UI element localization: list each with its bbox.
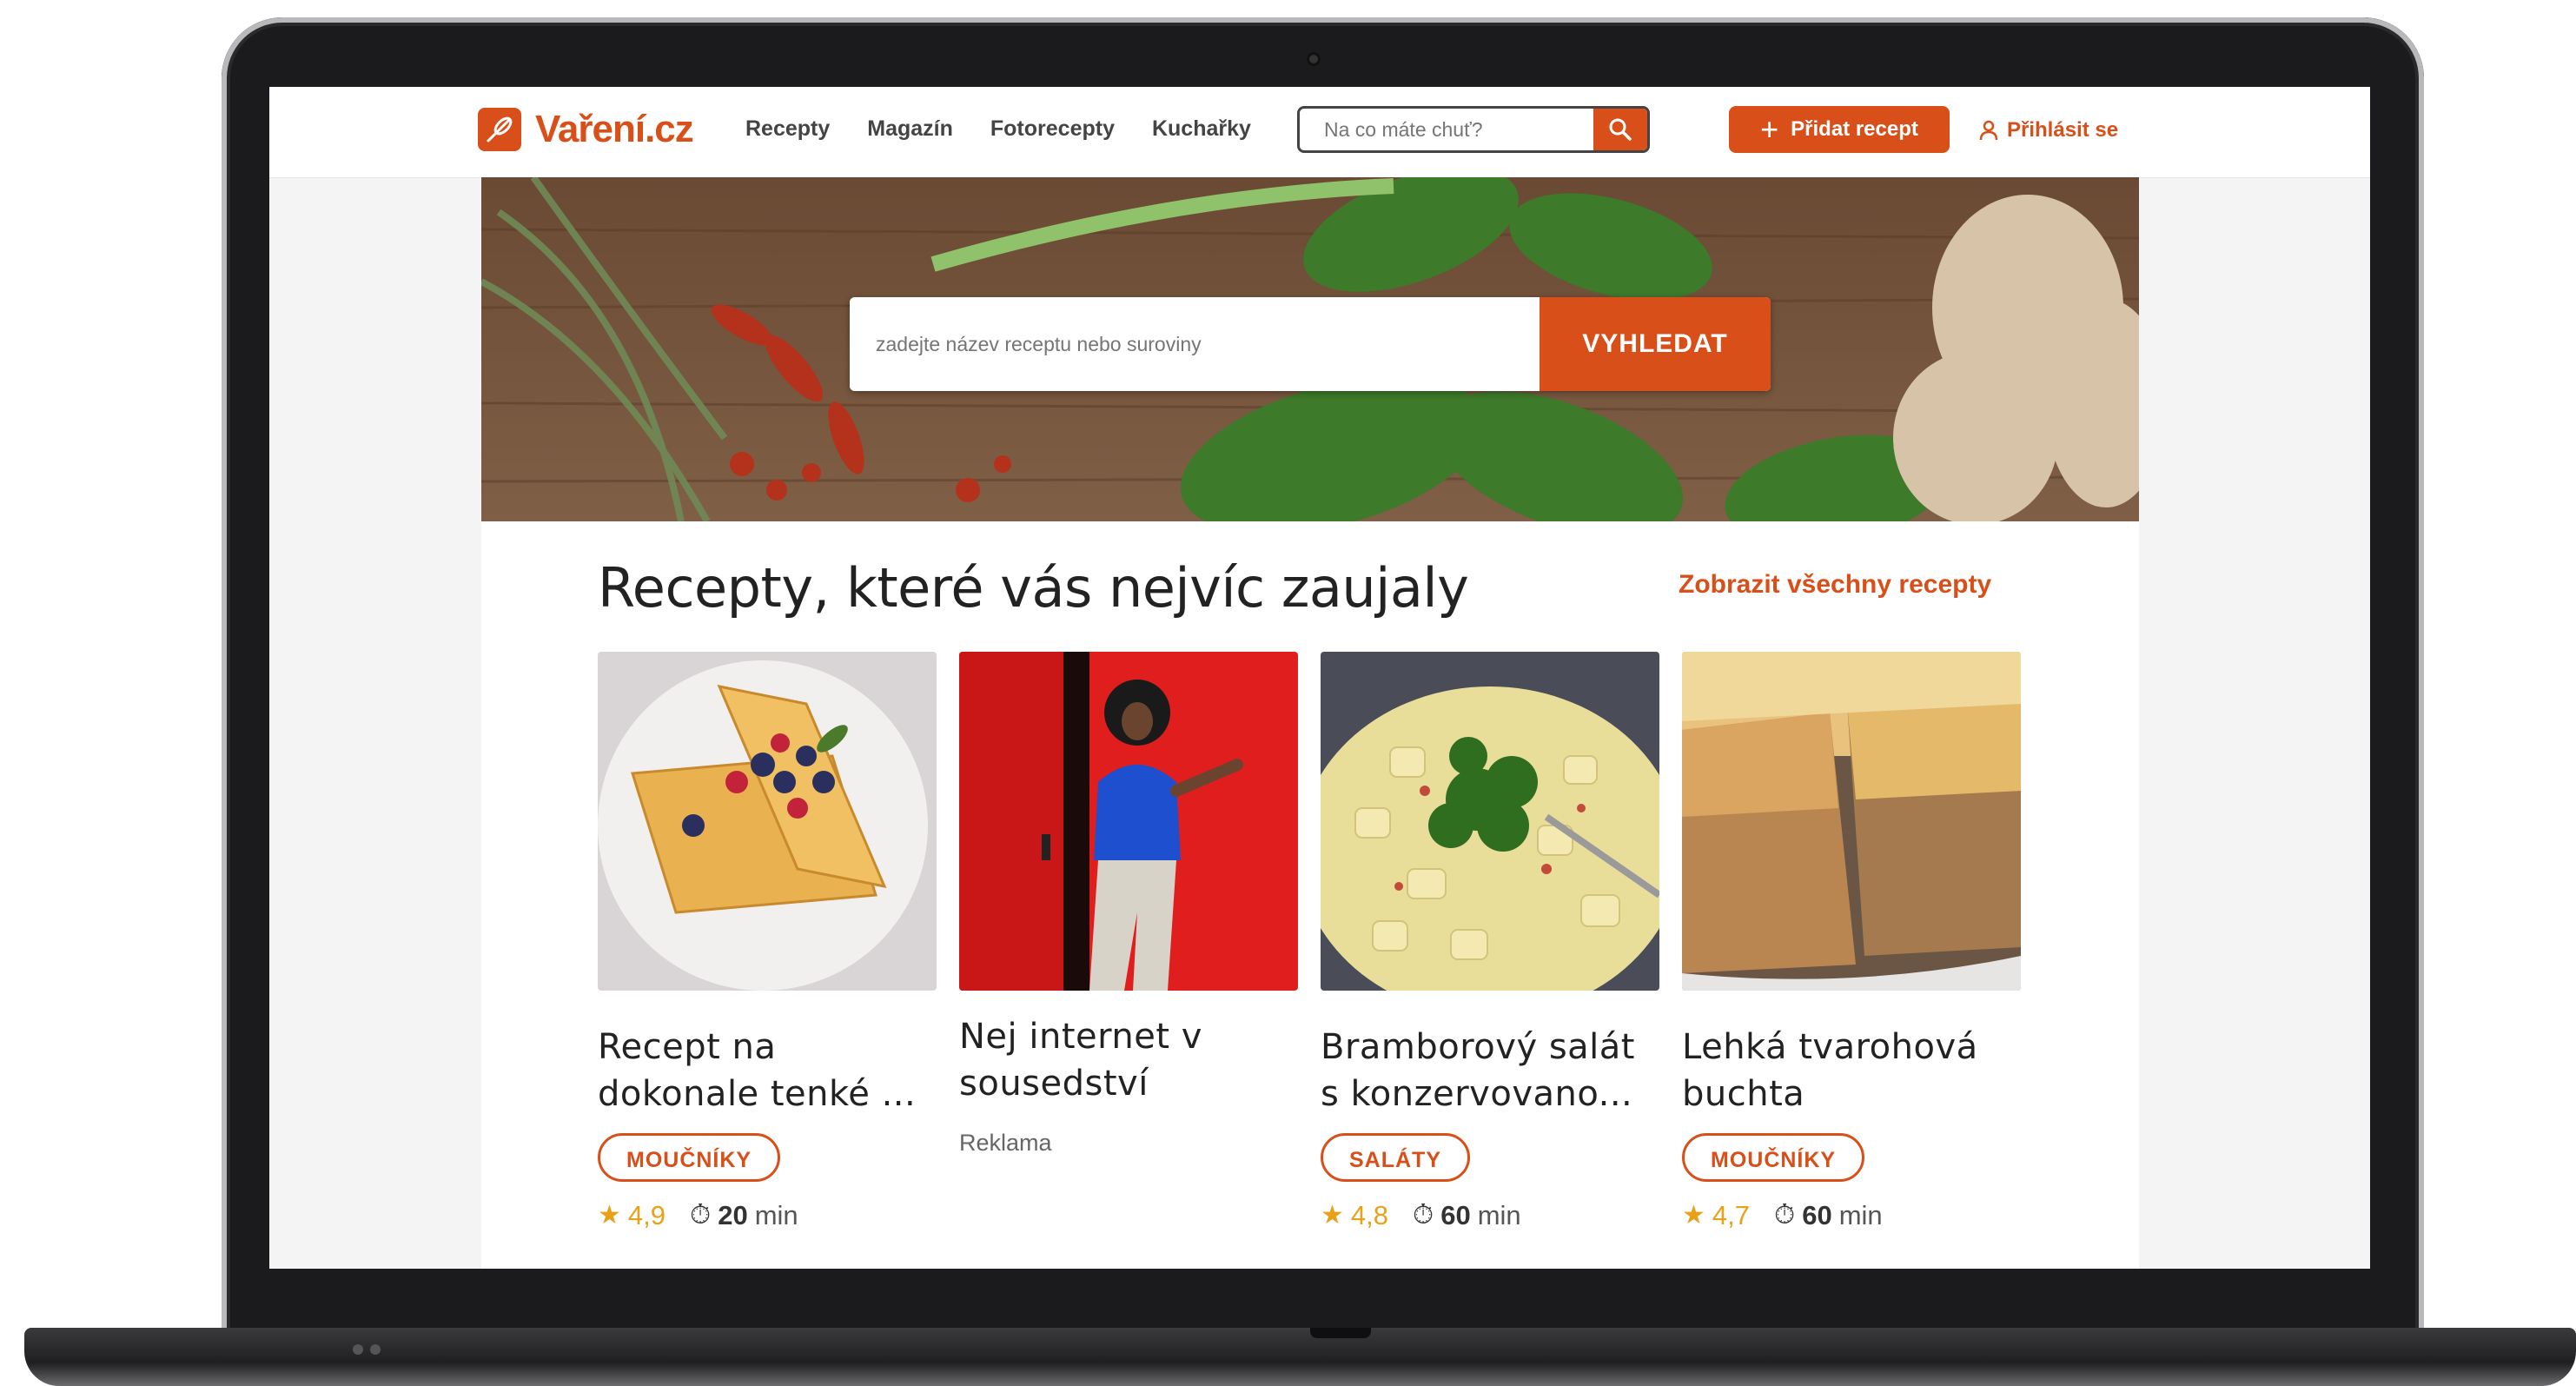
star-icon: ★ — [1321, 1201, 1344, 1230]
rating-value: 4,8 — [1350, 1199, 1389, 1230]
add-recipe-button[interactable]: + Přidat recept — [1729, 106, 1950, 153]
user-icon — [1979, 120, 1998, 141]
logo-text: Vaření.cz — [535, 108, 694, 150]
time-value: 60 — [1440, 1199, 1471, 1230]
header-search-button[interactable] — [1593, 109, 1647, 150]
browser-screen: Vaření.cz Recepty Magazín Fotorecepty Ku… — [269, 87, 2370, 1269]
hero-banner: VYHLEDAT — [481, 177, 2139, 521]
popular-recipes-section: Recepty, které vás nejvíc zaujaly Zobraz… — [481, 521, 2139, 1269]
recipe-card[interactable]: Lehká tvarohová buchta MOUČNÍKY ★ 4,7 ⏱ … — [1682, 652, 2021, 1231]
ad-label: Reklama — [959, 1130, 1052, 1156]
clock-icon: ⏱ — [1413, 1199, 1434, 1230]
search-icon — [1609, 118, 1632, 141]
rating-value: 4,7 — [1712, 1199, 1751, 1230]
site-header: Vaření.cz Recepty Magazín Fotorecepty Ku… — [269, 87, 2370, 178]
login-label: Přihlásit se — [2007, 118, 2119, 142]
clock-icon: ⏱ — [690, 1199, 712, 1230]
rating-value: 4,9 — [627, 1199, 666, 1230]
login-link[interactable]: Přihlásit se — [1979, 118, 2118, 143]
base-dots — [353, 1343, 387, 1359]
hero-search-input[interactable] — [850, 297, 1540, 391]
main-nav: Recepty Magazín Fotorecepty Kuchařky — [745, 116, 1288, 142]
show-all-recipes-link[interactable]: Zobrazit všechny recepty — [1679, 570, 1991, 600]
nav-kucharky[interactable]: Kuchařky — [1152, 116, 1251, 142]
recipe-meta: ★ 4,9 ⏱ 20 min — [598, 1199, 937, 1231]
laptop-base — [24, 1328, 2576, 1386]
recipe-title[interactable]: Lehká tvarohová buchta — [1682, 1024, 2021, 1117]
logo[interactable]: Vaření.cz — [478, 104, 694, 155]
header-search — [1297, 106, 1650, 153]
camera-icon — [1307, 52, 1321, 66]
recipe-photo-potato-salad[interactable] — [1321, 652, 1659, 991]
nav-magazin[interactable]: Magazín — [867, 116, 953, 142]
recipe-photo-cake[interactable] — [1682, 652, 2021, 991]
nav-fotorecepty[interactable]: Fotorecepty — [990, 116, 1115, 142]
ad-card[interactable]: Nej internet v sousedství Reklama — [959, 652, 1298, 1157]
recipe-meta: ★ 4,7 ⏱ 60 min — [1682, 1199, 2021, 1231]
time-unit: min — [1838, 1199, 1883, 1230]
star-icon: ★ — [598, 1201, 621, 1230]
category-tag[interactable]: MOUČNÍKY — [1682, 1133, 1865, 1182]
nav-recepty[interactable]: Recepty — [745, 116, 830, 142]
recipe-meta: ★ 4,8 ⏱ 60 min — [1321, 1199, 1659, 1231]
time-value: 20 — [718, 1199, 748, 1230]
logo-whisk-icon — [478, 108, 521, 151]
recipe-photo-crepes[interactable] — [598, 652, 937, 991]
recipe-title[interactable]: Recept na dokonale tenké ... — [598, 1024, 937, 1117]
recipe-title[interactable]: Bramborový salát s konzervovano... — [1321, 1024, 1659, 1117]
ad-photo[interactable] — [959, 652, 1298, 991]
header-search-input[interactable] — [1300, 109, 1593, 150]
hero-search-button[interactable]: VYHLEDAT — [1540, 297, 1771, 391]
star-icon: ★ — [1682, 1201, 1705, 1230]
category-tag[interactable]: SALÁTY — [1321, 1133, 1470, 1182]
ad-title[interactable]: Nej internet v sousedství — [959, 1013, 1298, 1107]
hero-search: VYHLEDAT — [850, 297, 1771, 391]
section-title: Recepty, které vás nejvíc zaujaly — [598, 556, 1469, 620]
time-unit: min — [754, 1199, 798, 1230]
clock-icon: ⏱ — [1774, 1199, 1796, 1230]
time-value: 60 — [1802, 1199, 1832, 1230]
category-tag[interactable]: MOUČNÍKY — [598, 1133, 781, 1182]
recipe-card[interactable]: Recept na dokonale tenké ... MOUČNÍKY ★ … — [598, 652, 937, 1231]
plus-icon: + — [1760, 111, 1779, 147]
base-notch — [1310, 1328, 1371, 1338]
recipe-card[interactable]: Bramborový salát s konzervovano... SALÁT… — [1321, 652, 1659, 1231]
add-recipe-label: Přidat recept — [1791, 117, 1918, 141]
time-unit: min — [1477, 1199, 1521, 1230]
